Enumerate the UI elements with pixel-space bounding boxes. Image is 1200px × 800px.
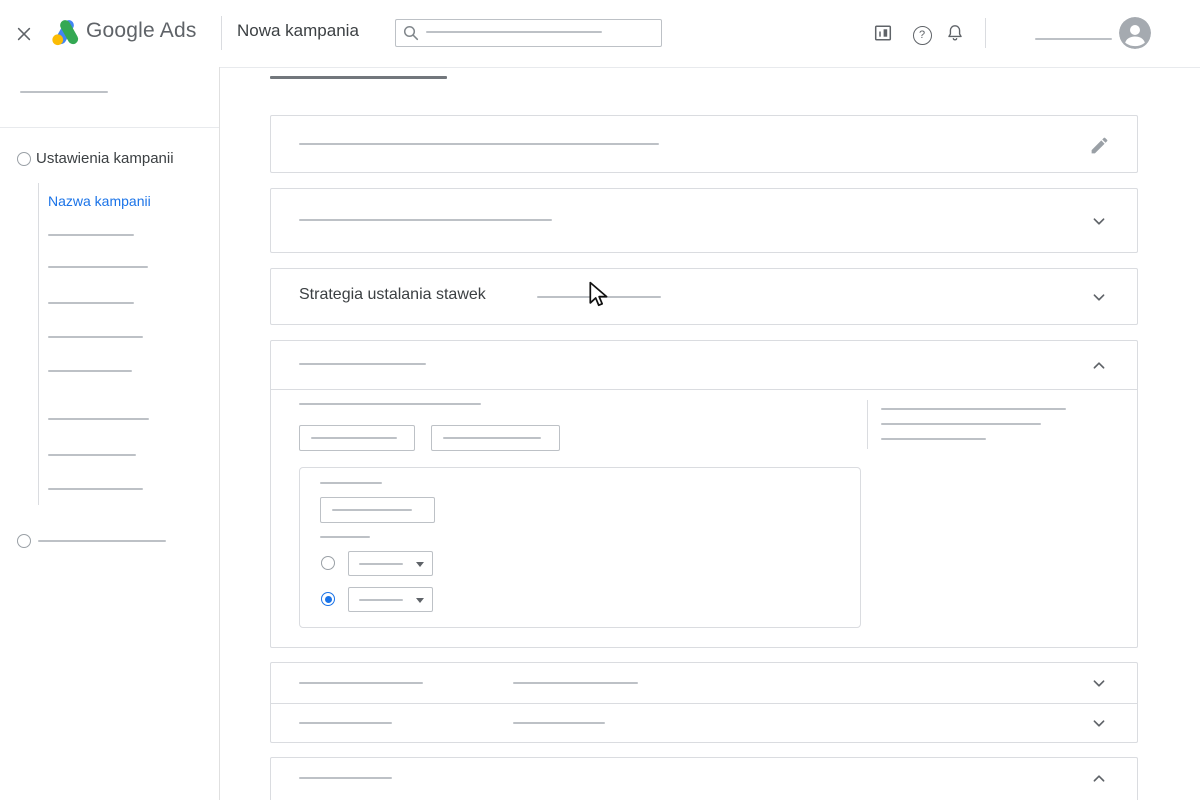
step-circle-icon: [17, 534, 31, 548]
help-text-placeholder: [881, 408, 1066, 410]
chevron-down-icon[interactable]: [1087, 285, 1111, 309]
panel-label-placeholder: [320, 536, 370, 538]
bidding-value-placeholder: [537, 296, 661, 298]
section-value-placeholder: [513, 722, 605, 724]
card-sections-5-6: [270, 662, 1138, 743]
bidding-strategy-title: Strategia ustalania stawek: [299, 286, 486, 303]
topbar-divider: [221, 16, 222, 50]
input-value-placeholder: [311, 437, 397, 439]
search-input[interactable]: [395, 19, 662, 47]
card-section-7-expanded[interactable]: [270, 757, 1138, 800]
section-title-placeholder: [299, 363, 426, 365]
dropdown-select-1[interactable]: [348, 551, 433, 576]
avatar[interactable]: [1119, 17, 1151, 49]
help-glyph: ?: [912, 25, 932, 45]
chevron-up-icon[interactable]: [1087, 353, 1111, 377]
content-title-placeholder: [270, 76, 447, 79]
section-title-placeholder: [299, 722, 392, 724]
sidebar-item-placeholder[interactable]: [48, 488, 143, 490]
sidebar-item-campaign-name[interactable]: Nazwa kampanii: [48, 193, 151, 209]
card-section-6[interactable]: [271, 704, 1137, 744]
radio-option-1[interactable]: [321, 556, 335, 570]
google-ads-new-campaign-screen: Google Ads Nowa kampania ? Ustawienia ka…: [0, 0, 1200, 800]
help-icon[interactable]: ?: [910, 23, 934, 47]
chevron-down-icon[interactable]: [1087, 671, 1111, 695]
sidebar-divider: [0, 127, 219, 128]
panel-label-placeholder: [320, 482, 382, 484]
options-panel: [299, 467, 861, 628]
campaign-name-placeholder: [299, 143, 659, 145]
section-value-placeholder: [513, 682, 638, 684]
chevron-down-icon[interactable]: [1087, 711, 1111, 735]
search-placeholder-line: [426, 31, 602, 33]
sidebar-item-placeholder[interactable]: [48, 302, 134, 304]
sidebar-step-placeholder[interactable]: [20, 91, 108, 93]
sidebar-step-label-placeholder: [38, 540, 166, 542]
close-icon[interactable]: [12, 22, 36, 46]
help-text-placeholder: [881, 438, 986, 440]
section-title-placeholder: [299, 682, 423, 684]
sidebar-item-campaign-settings[interactable]: Ustawienia kampanii: [0, 145, 219, 173]
dropdown-caret-icon: [416, 598, 424, 603]
sidebar-item-placeholder[interactable]: [48, 266, 148, 268]
help-panel-divider: [867, 400, 868, 449]
sidebar-item-placeholder[interactable]: [48, 234, 134, 236]
section-title-placeholder: [299, 777, 392, 779]
input-value-placeholder: [332, 509, 412, 511]
field-group-label-placeholder: [299, 403, 481, 405]
step-circle-icon: [17, 152, 31, 166]
sidebar-item-placeholder[interactable]: [48, 370, 132, 372]
notifications-bell-icon[interactable]: [943, 21, 967, 45]
card-section-4-expanded: [270, 340, 1138, 648]
panel-text-input[interactable]: [320, 497, 435, 523]
sidebar: Ustawienia kampanii Nazwa kampanii: [0, 67, 220, 800]
card-section-5[interactable]: [271, 663, 1137, 703]
sidebar-section-label: Ustawienia kampanii: [36, 150, 174, 167]
sidebar-tree-line: [38, 183, 39, 505]
sidebar-item-placeholder[interactable]: [48, 454, 136, 456]
select-value-placeholder: [359, 563, 403, 565]
input-value-placeholder: [443, 437, 541, 439]
search-icon: [402, 24, 420, 47]
radio-option-2-selected[interactable]: [321, 592, 335, 606]
text-input-2[interactable]: [431, 425, 560, 451]
card-header-divider: [271, 389, 1137, 390]
dropdown-caret-icon: [416, 562, 424, 567]
reports-icon[interactable]: [871, 21, 895, 45]
account-info-placeholder: [1035, 38, 1112, 40]
dropdown-select-2[interactable]: [348, 587, 433, 612]
select-value-placeholder: [359, 599, 403, 601]
app-name: Google Ads: [86, 19, 197, 42]
topbar: Google Ads Nowa kampania ?: [0, 0, 1200, 68]
sidebar-item-placeholder[interactable]: [48, 336, 143, 338]
topbar-divider-2: [985, 18, 986, 48]
sidebar-item-placeholder[interactable]: [48, 418, 149, 420]
page-title: Nowa kampania: [237, 21, 359, 40]
help-text-placeholder: [881, 423, 1041, 425]
chevron-down-icon[interactable]: [1087, 209, 1111, 233]
card-section-2[interactable]: [270, 188, 1138, 253]
text-input-1[interactable]: [299, 425, 415, 451]
edit-pencil-icon[interactable]: [1087, 133, 1111, 157]
google-ads-logo-icon: [52, 18, 82, 51]
card-campaign-name[interactable]: [270, 115, 1138, 173]
section-title-placeholder: [299, 219, 552, 221]
chevron-up-icon[interactable]: [1087, 766, 1111, 790]
card-bidding-strategy[interactable]: Strategia ustalania stawek: [270, 268, 1138, 325]
sidebar-item-next-step[interactable]: [0, 529, 219, 553]
